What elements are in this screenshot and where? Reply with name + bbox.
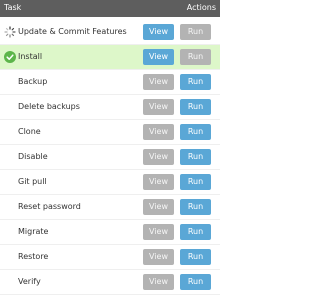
task-row-install: Install View Run	[0, 45, 220, 70]
task-label: Migrate	[18, 227, 49, 236]
task-row-backup: Backup View Run	[0, 70, 220, 95]
task-row-update-commit-features: Update & Commit Features View Run	[0, 20, 220, 45]
task-row-git-pull: Git pull View Run	[0, 170, 220, 195]
check-circle-icon	[4, 51, 16, 63]
task-row-verify: Verify View Run	[0, 270, 220, 295]
task-label: Git pull	[18, 177, 47, 186]
task-column-header: Task	[4, 3, 22, 12]
view-button[interactable]: View	[143, 74, 174, 90]
task-row-reset-password: Reset password View Run	[0, 195, 220, 220]
run-button[interactable]: Run	[180, 274, 211, 290]
task-label: Install	[18, 52, 43, 61]
task-row-delete-backups: Delete backups View Run	[0, 95, 220, 120]
actions-column-header: Actions	[186, 3, 216, 12]
task-row-clone: Clone View Run	[0, 120, 220, 145]
task-label: Backup	[18, 77, 48, 86]
task-label: Update & Commit Features	[18, 27, 127, 36]
task-label: Clone	[18, 127, 41, 136]
task-row-migrate: Migrate View Run	[0, 220, 220, 245]
run-button[interactable]: Run	[180, 199, 211, 215]
run-button[interactable]: Run	[180, 224, 211, 240]
task-label: Restore	[18, 252, 49, 261]
task-label: Delete backups	[18, 102, 80, 111]
view-button[interactable]: View	[143, 274, 174, 290]
run-button[interactable]: Run	[180, 24, 211, 40]
task-label: Verify	[18, 277, 41, 286]
run-button[interactable]: Run	[180, 174, 211, 190]
task-label: Disable	[18, 152, 48, 161]
task-list: Update & Commit Features View Run Instal…	[0, 20, 220, 295]
table-header: Task Actions	[0, 0, 220, 17]
run-button[interactable]: Run	[180, 124, 211, 140]
view-button[interactable]: View	[143, 174, 174, 190]
view-button[interactable]: View	[143, 24, 174, 40]
view-button[interactable]: View	[143, 224, 174, 240]
task-row-disable: Disable View Run	[0, 145, 220, 170]
view-button[interactable]: View	[143, 199, 174, 215]
run-button[interactable]: Run	[180, 74, 211, 90]
view-button[interactable]: View	[143, 124, 174, 140]
run-button[interactable]: Run	[180, 149, 211, 165]
run-button[interactable]: Run	[180, 99, 211, 115]
view-button[interactable]: View	[143, 249, 174, 265]
run-button[interactable]: Run	[180, 249, 211, 265]
view-button[interactable]: View	[143, 149, 174, 165]
spinner-icon	[4, 26, 16, 38]
task-row-restore: Restore View Run	[0, 245, 220, 270]
run-button[interactable]: Run	[180, 49, 211, 65]
task-label: Reset password	[18, 202, 81, 211]
view-button[interactable]: View	[143, 99, 174, 115]
view-button[interactable]: View	[143, 49, 174, 65]
